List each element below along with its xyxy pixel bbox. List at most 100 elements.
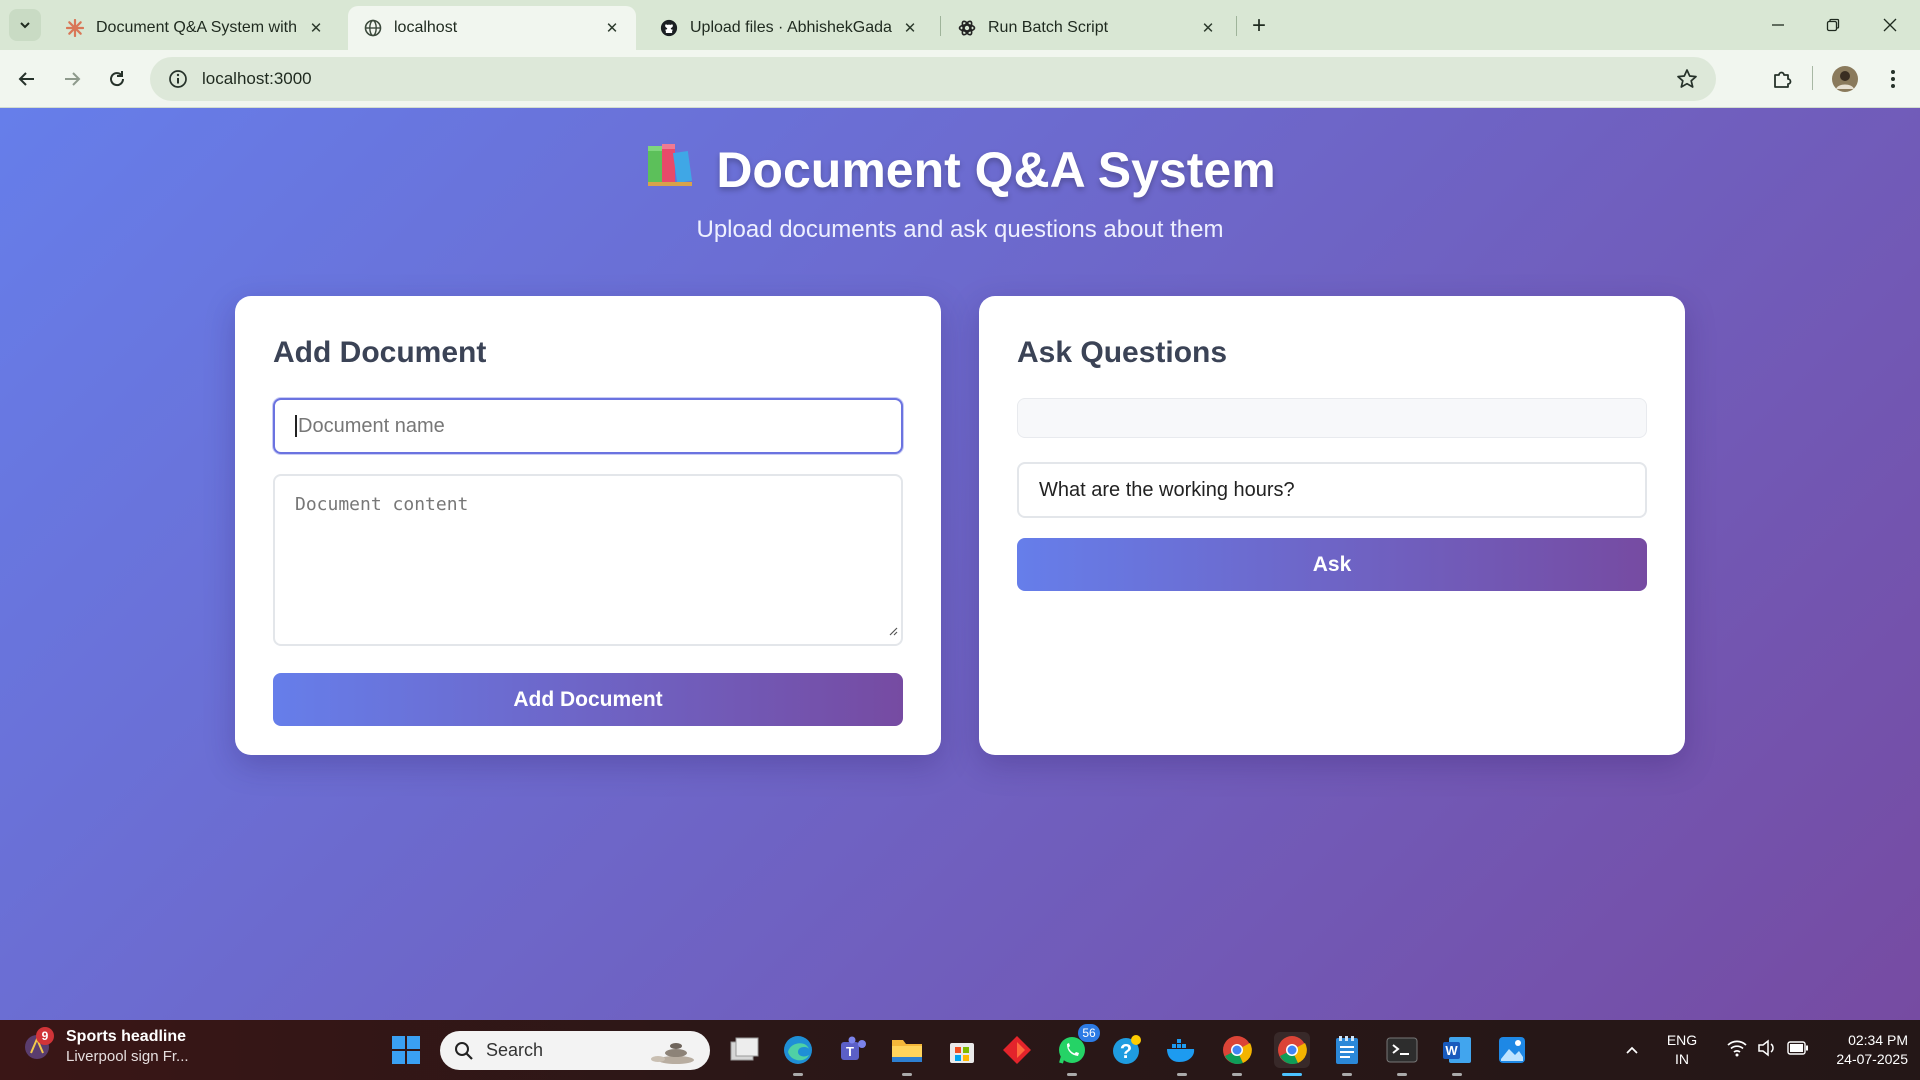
close-window-button[interactable] <box>1872 10 1908 40</box>
taskbar-app-notepad[interactable] <box>1329 1032 1365 1076</box>
close-icon[interactable]: ✕ <box>900 19 920 37</box>
document-content-placeholder: Document content <box>295 494 469 515</box>
svg-text:?: ? <box>1120 1041 1132 1063</box>
taskbar-app-chrome-active[interactable] <box>1274 1032 1310 1076</box>
running-indicator <box>1067 1073 1077 1076</box>
app-page: Document Q&A System Upload documents and… <box>0 108 1920 1020</box>
taskbar-app-whatsapp[interactable]: 56 <box>1054 1024 1100 1076</box>
ask-button[interactable]: Ask <box>1017 538 1647 591</box>
question-input[interactable]: What are the working hours? <box>1017 462 1647 518</box>
taskbar-app-word[interactable]: W <box>1439 1032 1475 1076</box>
teams-icon: T <box>841 1036 866 1060</box>
document-select[interactable] <box>1017 398 1647 438</box>
language-indicator[interactable]: ENG IN <box>1660 1031 1704 1069</box>
close-icon <box>1883 18 1897 32</box>
taskbar-app-red-diamond[interactable] <box>999 1032 1035 1068</box>
language-line2: IN <box>1675 1051 1689 1067</box>
chevron-down-icon <box>20 22 30 29</box>
tab-divider <box>940 16 941 36</box>
running-indicator <box>1342 1073 1352 1076</box>
restore-button[interactable] <box>1815 10 1851 40</box>
windows-logo-icon <box>392 1036 420 1064</box>
restore-icon <box>1826 18 1840 32</box>
text-caret <box>295 415 297 437</box>
minimize-button[interactable] <box>1760 10 1796 40</box>
extensions-button[interactable] <box>1766 63 1798 95</box>
add-document-button[interactable]: Add Document <box>273 673 903 726</box>
browser-menu-button[interactable] <box>1877 63 1909 95</box>
new-tab-button[interactable]: + <box>1245 12 1273 40</box>
close-icon[interactable]: ✕ <box>1198 19 1218 37</box>
more-vertical-icon <box>1891 70 1895 88</box>
back-button[interactable] <box>11 63 43 95</box>
running-indicator <box>1232 1073 1242 1076</box>
taskbar-app-chrome[interactable] <box>1219 1032 1255 1076</box>
running-indicator <box>902 1073 912 1076</box>
start-button[interactable] <box>388 1032 424 1068</box>
globe-icon <box>364 19 382 37</box>
task-view-button[interactable] <box>726 1032 762 1068</box>
windows-taskbar: 9 Sports headline Liverpool sign Fr... S… <box>0 1020 1920 1080</box>
clock-date: 24-07-2025 <box>1836 1051 1908 1067</box>
taskbar-app-photos[interactable] <box>1494 1032 1530 1068</box>
edge-icon <box>784 1036 812 1064</box>
notepad-icon <box>1336 1036 1358 1064</box>
url-text[interactable]: localhost:3000 <box>202 69 312 89</box>
tab-document-qa[interactable]: Document Q&A System with Q ✕ <box>50 6 340 50</box>
reload-icon <box>110 71 125 87</box>
volume-icon <box>1757 1038 1777 1062</box>
minimize-icon <box>1772 24 1784 26</box>
resize-handle-icon[interactable] <box>888 620 898 641</box>
document-name-placeholder: Document name <box>298 414 445 437</box>
taskbar-app-file-explorer[interactable] <box>889 1032 925 1076</box>
battery-icon <box>1787 1040 1809 1060</box>
taskbar-app-edge[interactable] <box>780 1032 816 1076</box>
running-indicator <box>1177 1073 1187 1076</box>
document-content-textarea[interactable]: Document content <box>273 474 903 646</box>
forward-button[interactable] <box>56 63 88 95</box>
chevron-up-icon <box>1626 1046 1638 1054</box>
taskbar-app-teams[interactable]: T <box>835 1032 871 1068</box>
avatar-icon <box>1832 66 1858 92</box>
close-icon[interactable]: ✕ <box>602 19 622 37</box>
document-name-input[interactable]: Document name <box>273 398 903 454</box>
tab-upload-files[interactable]: Upload files · AbhishekGadagin ✕ <box>644 6 934 50</box>
svg-text:W: W <box>1445 1043 1458 1058</box>
tab-title: Upload files · AbhishekGadagin <box>690 19 892 36</box>
bookmark-star-icon[interactable] <box>1676 68 1698 95</box>
puzzle-icon <box>1774 71 1792 88</box>
chrome-icon <box>1278 1036 1307 1065</box>
news-widget[interactable]: 9 Sports headline Liverpool sign Fr... <box>22 1026 189 1065</box>
tab-search-button[interactable] <box>9 9 41 41</box>
taskbar-app-docker[interactable] <box>1164 1032 1200 1076</box>
photos-icon <box>1499 1037 1525 1063</box>
taskbar-app-store[interactable] <box>944 1032 980 1068</box>
arrow-right-icon <box>65 72 81 86</box>
reload-button[interactable] <box>101 63 133 95</box>
address-bar[interactable]: localhost:3000 <box>150 57 1716 101</box>
tab-localhost[interactable]: localhost ✕ <box>348 6 636 50</box>
taskbar-search[interactable]: Search <box>440 1031 710 1070</box>
folder-icon <box>892 1040 922 1062</box>
news-subtitle: Liverpool sign Fr... <box>66 1048 189 1065</box>
profile-avatar[interactable] <box>1829 63 1861 95</box>
openai-icon <box>958 19 976 37</box>
taskbar-app-help[interactable]: ? <box>1109 1032 1145 1068</box>
question-input-value: What are the working hours? <box>1039 478 1295 501</box>
clock[interactable]: 02:34 PM 24-07-2025 <box>1808 1031 1908 1069</box>
arrow-left-icon <box>18 72 34 86</box>
ask-questions-heading: Ask Questions <box>1017 336 1228 369</box>
plus-icon: + <box>1251 12 1266 39</box>
tab-run-batch-script[interactable]: Run Batch Script ✕ <box>942 6 1232 50</box>
stones-decoration-icon <box>648 1037 698 1070</box>
site-info-icon[interactable] <box>156 69 200 89</box>
browser-toolbar: localhost:3000 <box>0 50 1920 108</box>
running-indicator <box>1452 1073 1462 1076</box>
taskbar-app-terminal[interactable] <box>1384 1032 1420 1076</box>
active-indicator <box>1282 1073 1302 1076</box>
close-icon[interactable]: ✕ <box>306 19 326 37</box>
news-badge: 9 <box>36 1026 54 1045</box>
show-hidden-icons-button[interactable] <box>1614 1032 1650 1068</box>
store-icon <box>950 1043 974 1063</box>
tab-title: Document Q&A System with Q <box>96 19 298 36</box>
